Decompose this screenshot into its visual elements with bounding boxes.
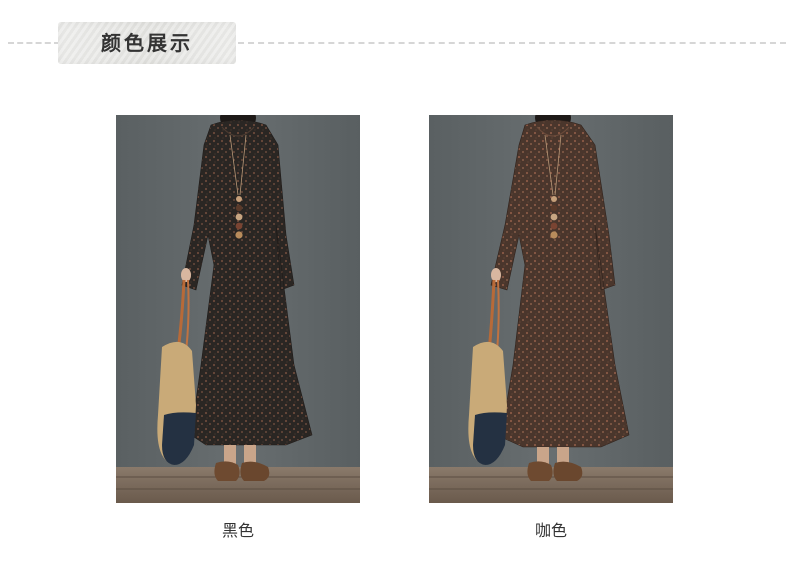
product-photo-coffee[interactable] [429, 115, 673, 503]
color-option-label[interactable]: 黑色 [116, 517, 360, 541]
section-header: 颜色展示 [0, 0, 790, 80]
section-title: 颜色展示 [101, 31, 193, 55]
product-photo-black[interactable] [116, 115, 360, 503]
dress-photo-coffee [429, 115, 673, 503]
header-divider-right [238, 42, 786, 44]
section-title-badge: 颜色展示 [58, 22, 236, 64]
dress-photo-black [116, 115, 360, 503]
header-divider-left [8, 42, 60, 44]
color-option-label[interactable]: 咖色 [429, 517, 673, 541]
